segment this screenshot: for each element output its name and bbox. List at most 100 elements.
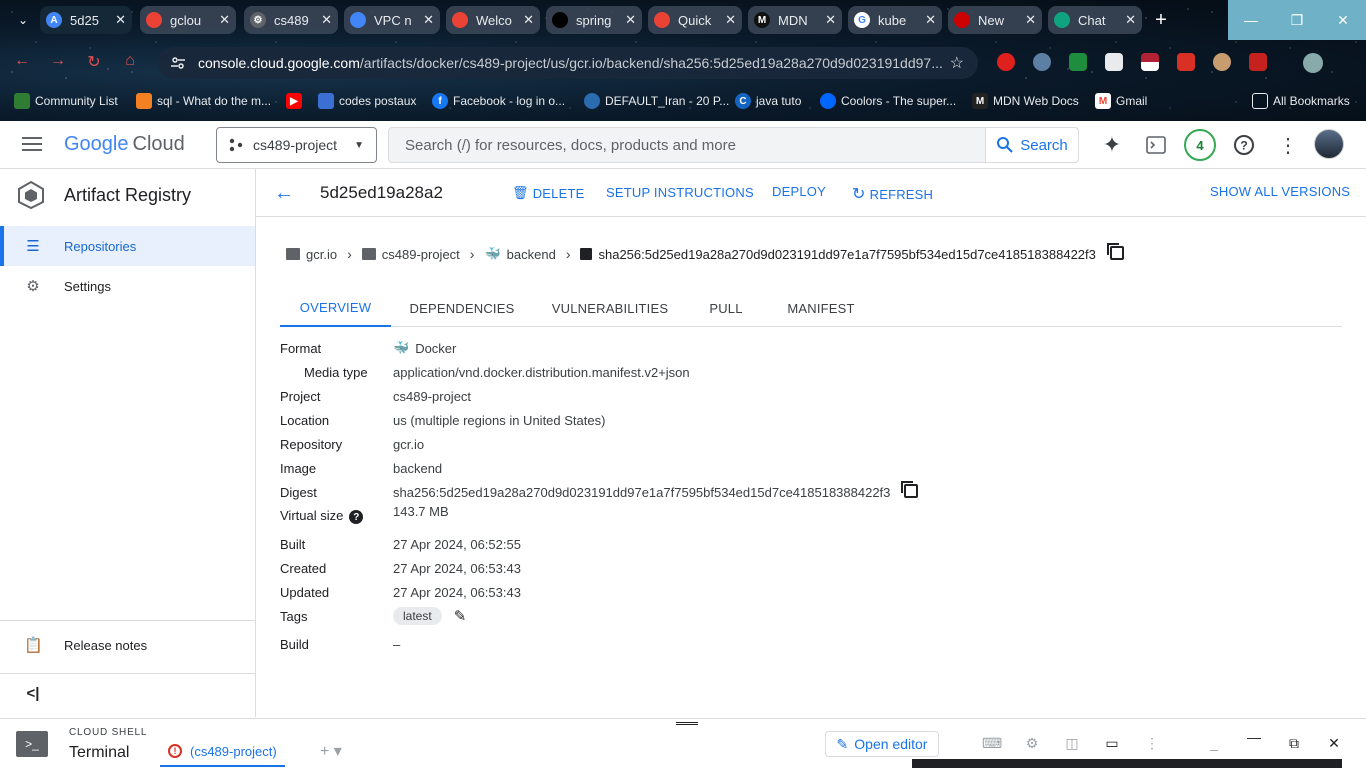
close-tab-icon[interactable]: ✕ [1121,12,1136,28]
project-picker[interactable]: cs489-project ▼ [216,127,377,163]
deploy-button[interactable]: DEPLOY [772,184,826,199]
more-vert-icon[interactable]: ⋮ [1142,735,1162,753]
close-tab-icon[interactable]: ✕ [519,12,534,28]
bookmark-item[interactable]: DEFAULT_Iran - 20 P... [584,92,729,110]
menu-icon[interactable] [20,133,44,157]
browser-tab[interactable]: gclou ✕ [140,6,236,34]
close-tab-icon[interactable]: ✕ [215,12,230,28]
extension-icon[interactable] [997,53,1015,71]
site-info-icon[interactable] [170,55,186,71]
minimize-panel-icon[interactable]: _ [1204,735,1224,753]
search-bar[interactable]: Search (/) for resources, docs, products… [388,127,1079,163]
release-notes-link[interactable]: 📋 Release notes [0,625,255,665]
web-preview-icon[interactable]: ◫ [1062,735,1082,753]
breadcrumb-item[interactable]: cs489-project [361,247,460,262]
bookmark-item[interactable]: f Facebook - log in o... [432,92,565,110]
tag-chip[interactable]: latest [393,607,442,625]
tab-search-chevron-icon[interactable]: ⌄ [8,6,38,34]
forward-arrow-icon[interactable]: → [48,52,68,72]
copy-icon[interactable] [1106,242,1124,263]
search-input[interactable]: Search (/) for resources, docs, products… [389,137,985,154]
breadcrumb-item[interactable]: gcr.io [286,247,337,262]
bookmark-item[interactable]: Coolors - The super... [820,92,956,110]
browser-tab[interactable]: M MDN ✕ [748,6,842,34]
bookmark-item[interactable]: Community List [14,92,118,110]
sidebar-item-repositories[interactable]: ☰ Repositories [0,226,255,266]
refresh-button[interactable]: ↻ REFRESH [852,184,933,204]
close-tab-icon[interactable]: ✕ [1021,12,1036,28]
tab-dependencies[interactable]: DEPENDENCIES [400,289,524,327]
profile-avatar[interactable] [1303,53,1323,73]
all-bookmarks[interactable]: All Bookmarks [1252,92,1350,110]
sidebar-item-settings[interactable]: ⚙ Settings [0,266,255,306]
close-tab-icon[interactable]: ✕ [111,12,126,28]
bookmark-item[interactable]: ▶ [286,92,307,110]
bookmark-item[interactable]: M Gmail [1095,92,1147,110]
show-all-versions-button[interactable]: SHOW ALL VERSIONS [1210,184,1350,199]
browser-tab[interactable]: Chat ✕ [1048,6,1142,34]
tab-pull[interactable]: PULL [696,289,756,327]
close-tab-icon[interactable]: ✕ [721,12,736,28]
search-button[interactable]: Search [985,128,1078,162]
breadcrumb-item[interactable]: 🐳 backend [484,246,555,262]
gemini-sparkle-icon[interactable]: ✦ [1098,131,1126,159]
bookmark-item[interactable]: codes postaux [318,92,416,110]
restore-icon[interactable]: ❐ [1274,0,1320,40]
close-tab-icon[interactable]: ✕ [621,12,636,28]
bookmark-star-icon[interactable]: ☆ [950,53,964,73]
cloud-shell-icon[interactable] [1142,131,1170,159]
browser-tab[interactable]: Quick ✕ [648,6,742,34]
back-arrow-icon[interactable]: ← [274,181,298,205]
open-editor-button[interactable]: ✎ Open editor [825,731,939,757]
reload-icon[interactable]: ↻ [84,52,104,72]
delete-button[interactable]: 🗑 DELETE [512,185,585,201]
extension-icon[interactable] [1213,53,1231,71]
new-tab-icon[interactable]: + [1150,9,1172,31]
notifications-badge[interactable]: 4 [1184,129,1216,161]
tab-overview[interactable]: OVERVIEW [280,289,391,327]
extension-icon[interactable] [1105,53,1123,71]
extension-icon[interactable] [1177,53,1195,71]
browser-tab-artifact[interactable]: A 5d25 ✕ [40,6,132,34]
close-tab-icon[interactable]: ✕ [317,12,332,28]
setup-instructions-button[interactable]: SETUP INSTRUCTIONS [606,185,754,200]
open-new-window-icon[interactable]: ⧉ [1284,735,1304,753]
bookmark-item[interactable]: Cjava tuto [735,92,801,110]
close-tab-icon[interactable]: ✕ [921,12,936,28]
extension-icon[interactable] [1033,53,1051,71]
account-avatar[interactable] [1314,129,1344,159]
close-tab-icon[interactable]: ✕ [821,12,836,28]
address-bar[interactable]: console.cloud.google.com/artifacts/docke… [158,47,978,79]
browser-tab[interactable]: G kube ✕ [848,6,942,34]
close-panel-icon[interactable]: ✕ [1324,735,1344,753]
keyboard-icon[interactable]: ⌨ [982,735,1002,753]
more-vert-icon[interactable]: ⋮ [1274,131,1302,159]
tab-vulnerabilities[interactable]: VULNERABILITIES [544,289,676,327]
browser-tab[interactable]: Welco ✕ [446,6,540,34]
extension-icon[interactable] [1249,53,1267,71]
close-tab-icon[interactable]: ✕ [419,12,434,28]
close-window-icon[interactable]: ✕ [1320,0,1366,40]
help-icon[interactable]: ? [1230,131,1258,159]
settings-icon[interactable]: ⚙ [1022,735,1042,753]
edit-pencil-icon[interactable]: ✎ [454,607,467,625]
copy-icon[interactable] [901,480,919,501]
browser-tab[interactable]: New ✕ [948,6,1042,34]
browser-tab[interactable]: ⚙ cs489 ✕ [244,6,338,34]
extension-icon[interactable] [1069,53,1087,71]
shell-session-tab[interactable]: ! (cs489-project) [160,737,285,767]
home-icon[interactable]: ⌂ [120,52,140,72]
restore-panel-icon[interactable]: — [1244,729,1264,747]
back-arrow-icon[interactable]: ← [12,52,32,72]
collapse-nav-button[interactable]: <| [0,673,255,713]
extension-icon[interactable] [1141,53,1159,71]
google-cloud-logo[interactable]: Google Cloud [64,133,185,156]
help-icon[interactable]: ? [349,510,364,525]
layout-icon[interactable]: ▭ [1102,735,1122,753]
bookmark-item[interactable]: M MDN Web Docs [972,92,1079,110]
add-session-icon[interactable]: + ▾ [320,741,342,761]
browser-tab[interactable]: VPC n ✕ [344,6,440,34]
tab-manifest[interactable]: MANIFEST [776,289,866,327]
resize-handle[interactable] [676,722,698,725]
bookmark-item[interactable]: sql - What do the m... [136,92,271,110]
